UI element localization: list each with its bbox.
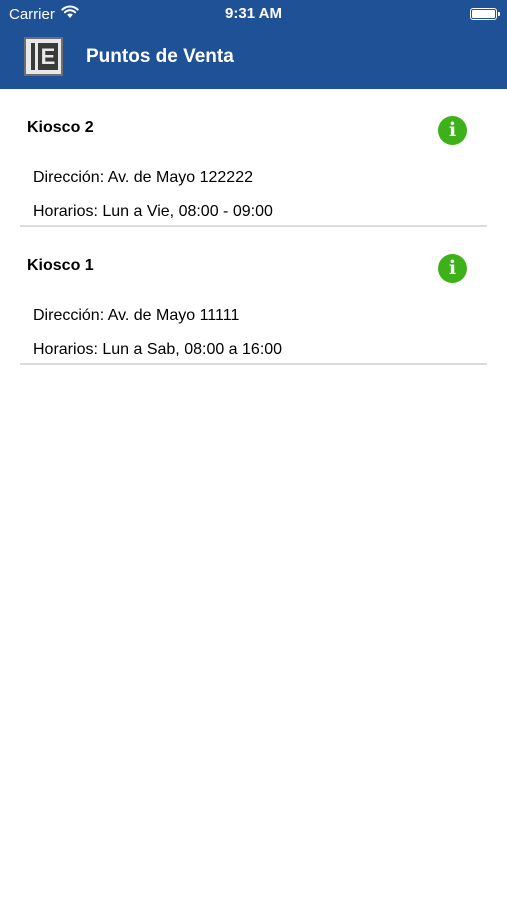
status-bar: Carrier 9:31 AM (0, 0, 507, 28)
point-address: Dirección: Av. de Mayo 11111 (33, 307, 240, 324)
points-of-sale-list: Kiosco 2 i Dirección: Av. de Mayo 122222… (0, 89, 507, 365)
app-header: Carrier 9:31 AM E Puntos de Venta (0, 0, 507, 89)
list-item[interactable]: Kiosco 1 i Dirección: Av. de Mayo 11111 … (0, 227, 507, 365)
app-logo: E (24, 37, 63, 76)
logo-letter: E (38, 43, 58, 70)
status-time: 9:31 AM (225, 5, 282, 22)
point-hours: Horarios: Lun a Vie, 08:00 - 09:00 (33, 203, 273, 220)
point-hours: Horarios: Lun a Sab, 08:00 a 16:00 (33, 341, 283, 358)
logo-bar (31, 43, 35, 70)
info-icon[interactable]: i (438, 254, 467, 283)
battery-icon (470, 8, 500, 20)
page-title: Puntos de Venta (86, 46, 234, 67)
point-name: Kiosco 1 (27, 257, 94, 274)
row-divider (20, 363, 487, 365)
nav-bar: E Puntos de Venta (0, 28, 507, 89)
list-item[interactable]: Kiosco 2 i Dirección: Av. de Mayo 122222… (0, 89, 507, 227)
info-icon[interactable]: i (438, 116, 467, 145)
point-address: Dirección: Av. de Mayo 122222 (33, 169, 253, 186)
point-name: Kiosco 2 (27, 119, 94, 136)
